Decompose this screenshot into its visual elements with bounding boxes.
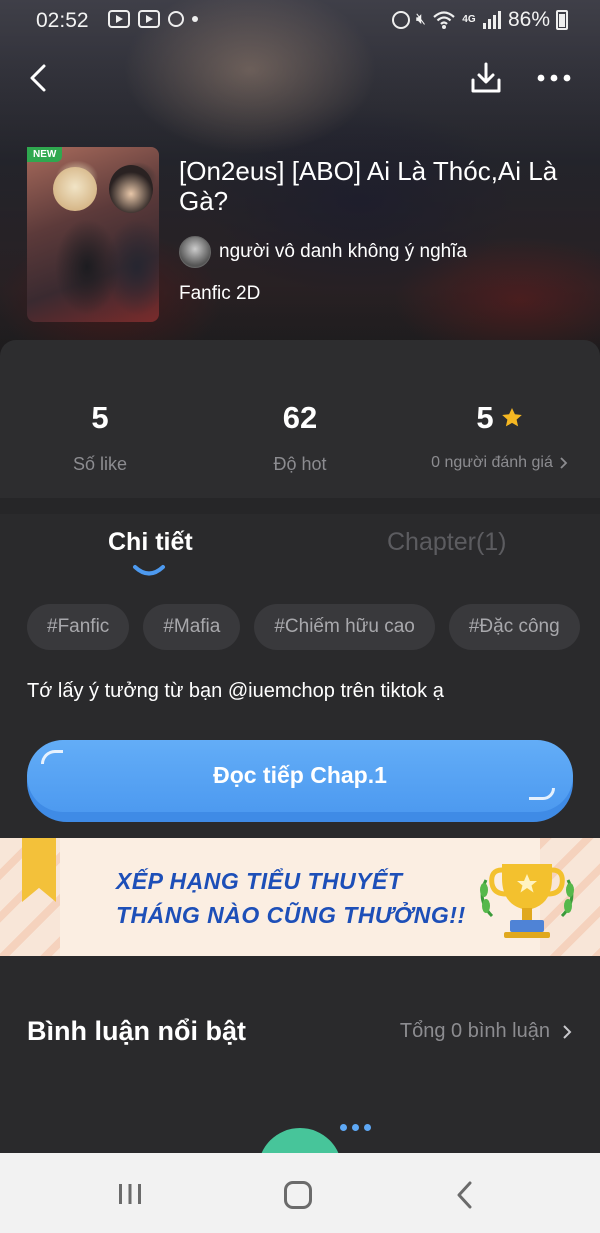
- rating-count-label: 0 người đánh giá: [431, 454, 553, 471]
- new-badge: NEW: [27, 147, 63, 162]
- status-bar: 02:52 🔇︎ 4G 86%: [0, 0, 600, 40]
- rating-count-row: 0 người đánh giá: [400, 454, 600, 472]
- download-icon[interactable]: [468, 60, 504, 96]
- tab-chapter[interactable]: Chapter(1): [387, 528, 507, 557]
- back-icon[interactable]: [24, 62, 56, 94]
- banner-text: XẾP HẠNG TIỂU THUYẾT THÁNG NÀO CŨNG THƯỞ…: [116, 864, 466, 932]
- active-tab-indicator: [133, 565, 165, 576]
- stats-card: 5 Số like 62 Độ hot 5 0 người đánh giá: [0, 340, 600, 500]
- continue-reading-label: Đọc tiếp Chap.1: [213, 762, 387, 788]
- cover-figure-right: [109, 165, 153, 213]
- book-title: [On2eus] [ABO] Ai Là Thóc,Ai Là Gà?: [179, 156, 558, 216]
- tag-chip[interactable]: #Đặc công: [448, 604, 580, 650]
- mute-icon: 🔇︎: [415, 11, 426, 28]
- battery-icon: [556, 10, 568, 30]
- battery-percent: 86%: [507, 8, 550, 31]
- author-avatar: [179, 236, 211, 268]
- rating-value: 5: [476, 400, 494, 435]
- youtube-notification-icon-2: [138, 10, 160, 28]
- author-name: người vô danh không ý nghĩa: [219, 241, 468, 262]
- book-cover[interactable]: [27, 147, 159, 322]
- status-time: 02:52: [36, 9, 89, 32]
- comments-total-link[interactable]: Tổng 0 bình luận: [400, 1020, 572, 1043]
- comments-total-label: Tổng 0 bình luận: [399, 1020, 550, 1042]
- ranking-banner[interactable]: XẾP HẠNG TIỂU THUYẾT THÁNG NÀO CŨNG THƯỞ…: [0, 838, 600, 956]
- book-genre[interactable]: Fanfic 2D: [179, 283, 260, 305]
- more-notifications-dot-icon: [192, 16, 198, 22]
- typing-dots-icon: [340, 1124, 371, 1131]
- recent-apps-icon[interactable]: [118, 1183, 142, 1205]
- book-description: Tớ lấy ý tưởng từ bạn @iuemchop trên tik…: [27, 680, 444, 702]
- star-icon: [501, 408, 522, 427]
- chevron-right-icon: [563, 1024, 572, 1039]
- section-divider: [0, 498, 600, 514]
- rating-value-row: 5: [400, 400, 600, 436]
- trophy-icon: [480, 864, 574, 938]
- banner-line-2: THÁNG NÀO CŨNG THƯỞNG!!: [116, 902, 466, 928]
- hot-label: Độ hot: [273, 454, 327, 474]
- alarm-icon: [391, 11, 410, 29]
- cover-figure-left: [53, 167, 97, 211]
- bookmark-ribbon-icon: [22, 838, 56, 902]
- tag-chip[interactable]: #Mafia: [143, 604, 241, 650]
- tab-detail[interactable]: Chi tiết: [108, 528, 193, 557]
- comments-section: Bình luận nổi bật Tổng 0 bình luận: [0, 956, 600, 1212]
- hot-value: 62: [282, 400, 318, 435]
- top-navigation: [0, 58, 600, 98]
- network-type: 4G: [462, 14, 476, 25]
- stat-rating[interactable]: 5 0 người đánh giá: [400, 400, 600, 472]
- wifi-icon: [432, 10, 456, 30]
- tag-chip[interactable]: #Fanfic: [27, 604, 130, 650]
- system-navigation-bar: [0, 1153, 600, 1233]
- stat-likes: 5 Số like: [0, 400, 200, 475]
- tag-list: #Fanfic #Mafia #Chiếm hữu cao #Đặc công: [27, 604, 580, 650]
- detail-section: Chi tiết Chapter(1) #Fanfic #Mafia #Chiế…: [0, 514, 600, 834]
- youtube-notification-icon: [108, 10, 130, 28]
- likes-label: Số like: [72, 454, 128, 474]
- continue-reading-button[interactable]: Đọc tiếp Chap.1: [27, 740, 573, 822]
- system-status-icons: 🔇︎ 4G 86%: [391, 8, 568, 32]
- nav-back-icon[interactable]: [454, 1181, 474, 1209]
- stat-hot: 62 Độ hot: [200, 400, 400, 475]
- comments-title: Bình luận nổi bật: [27, 1016, 246, 1046]
- tag-chip[interactable]: #Chiếm hữu cao: [254, 604, 435, 650]
- banner-line-1: XẾP HẠNG TIỂU THUYẾT: [116, 868, 403, 894]
- chevron-right-icon: [560, 457, 568, 469]
- likes-value: 5: [91, 400, 109, 435]
- timer-icon: [168, 11, 184, 27]
- more-icon[interactable]: [534, 66, 574, 90]
- signal-icon: [482, 11, 502, 29]
- notification-icons: [108, 10, 198, 28]
- home-icon[interactable]: [284, 1181, 312, 1209]
- author-row[interactable]: người vô danh không ý nghĩa: [179, 236, 467, 268]
